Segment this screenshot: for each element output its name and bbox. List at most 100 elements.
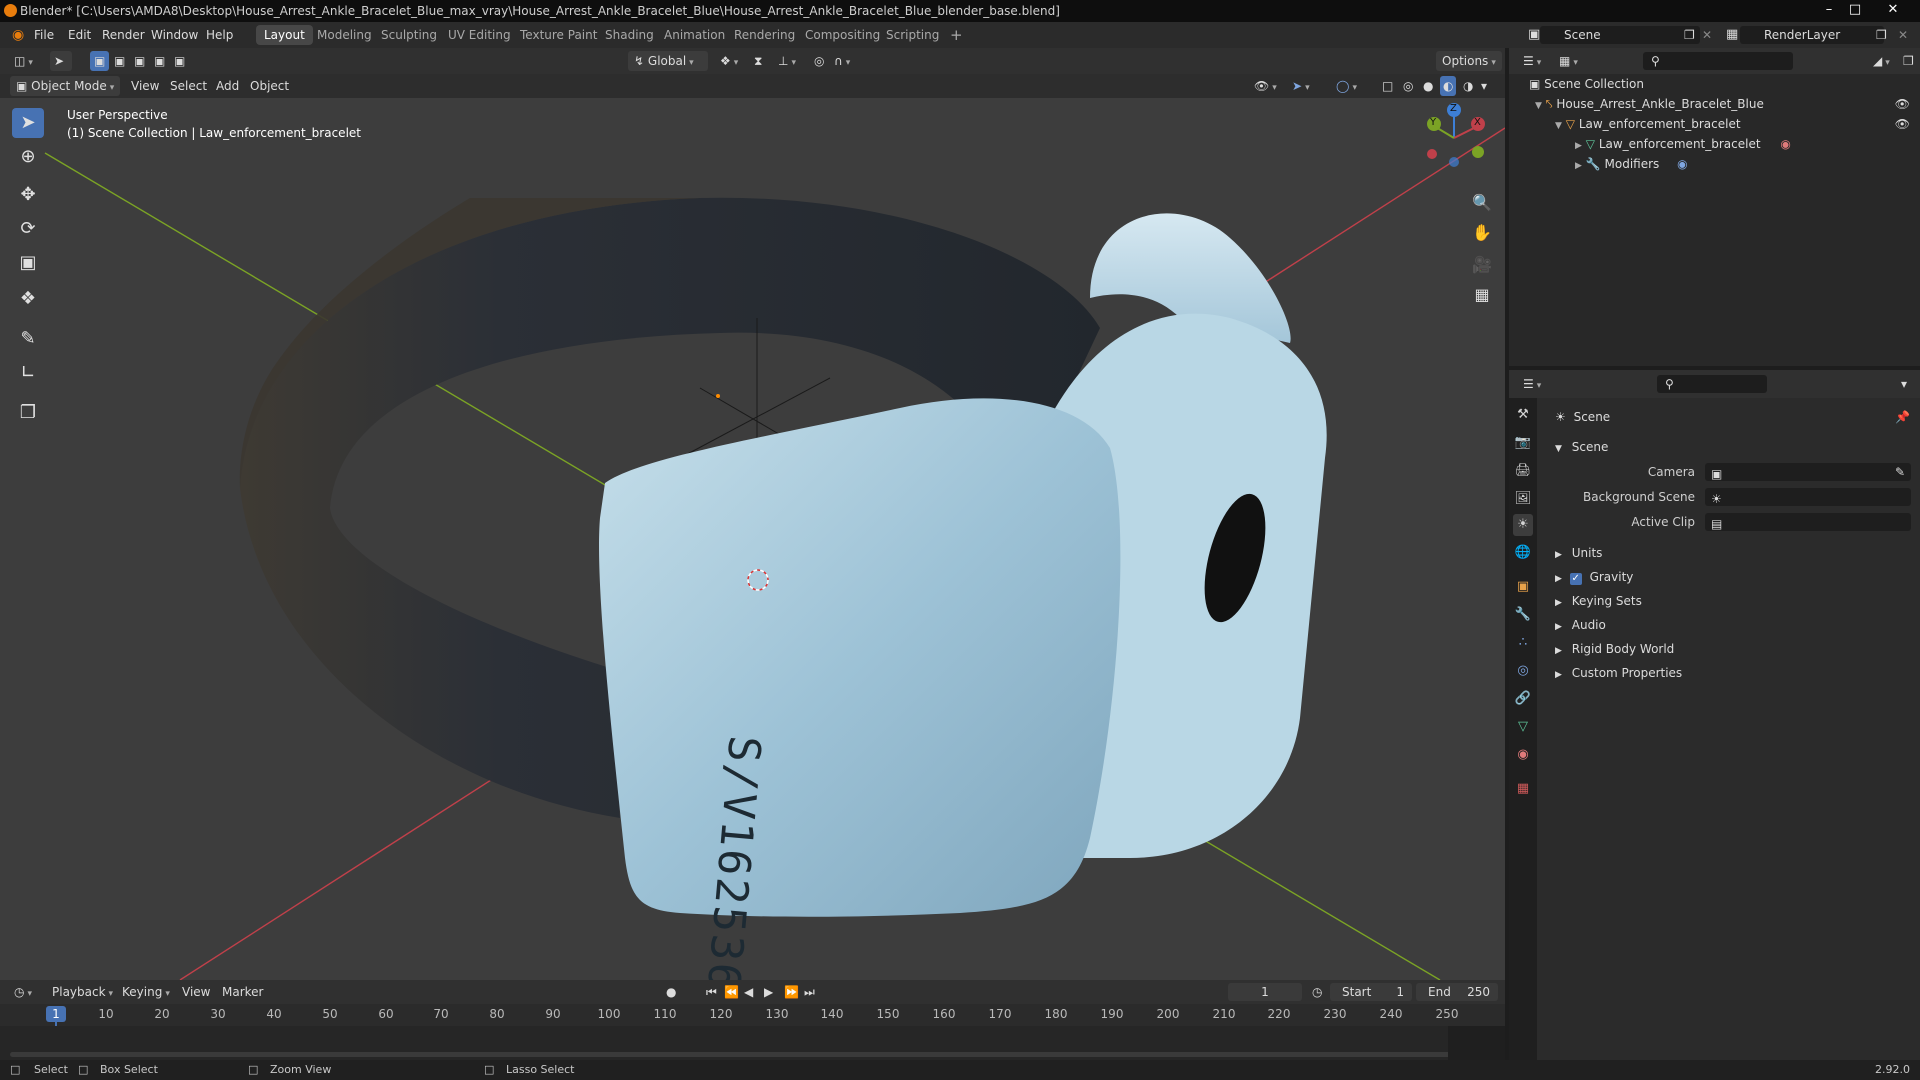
add-workspace-button[interactable]: + xyxy=(942,25,971,45)
outliner-row-mesh[interactable]: ▶ ▽ Law_enforcement_bracelet ◉ xyxy=(1509,134,1920,154)
view-layer-field[interactable]: RenderLayer xyxy=(1740,26,1884,44)
measure-tool-icon[interactable]: ∟ xyxy=(12,358,44,388)
select-box-tool-icon[interactable]: ➤ xyxy=(12,108,44,138)
rendered-shading-icon[interactable]: ◑ xyxy=(1460,76,1476,96)
output-tab-icon[interactable]: 🖨 xyxy=(1513,460,1533,482)
preview-range-icon[interactable]: ◷ xyxy=(1306,982,1328,1002)
jump-start-icon[interactable]: ⏮ xyxy=(704,982,719,1002)
visibility-icon[interactable]: 👁 ▾ xyxy=(1248,76,1283,96)
outliner-root-row[interactable]: ▣ Scene Collection xyxy=(1509,74,1920,94)
audio-panel-header[interactable]: ▶ Audio xyxy=(1541,614,1920,636)
pivot-point-icon[interactable]: ❖ ▾ xyxy=(714,51,744,71)
end-frame-field[interactable]: End 250 xyxy=(1416,983,1498,1001)
scale-tool-icon[interactable]: ▣ xyxy=(12,248,44,278)
menu-render[interactable]: Render xyxy=(98,26,149,44)
tab-texture-paint[interactable]: Texture Paint xyxy=(512,25,605,45)
constraints-tab-icon[interactable]: 🔗 xyxy=(1513,688,1533,710)
visibility-eye-icon[interactable]: 👁 xyxy=(1895,114,1910,134)
modifier-icon[interactable]: ◉ xyxy=(1677,157,1687,171)
solid-shading-icon[interactable]: ● xyxy=(1420,76,1436,96)
zoom-icon[interactable]: 🔍 xyxy=(1467,188,1497,218)
properties-editor-type-icon[interactable]: ☰ ▾ xyxy=(1517,374,1547,394)
3d-viewport[interactable]: S/V162536 User Perspective (1) Scene Col… xyxy=(0,98,1505,980)
minimize-button[interactable]: – xyxy=(1816,0,1842,20)
material-tab-icon[interactable]: ◉ xyxy=(1513,744,1533,766)
material-icon[interactable]: ◉ xyxy=(1780,137,1790,151)
outliner-row-collection[interactable]: ▼ ⤣ House_Arrest_Ankle_Bracelet_Blue 👁 xyxy=(1509,94,1920,114)
filter-icon[interactable]: ◢ ▾ xyxy=(1867,51,1896,71)
render-tab-icon[interactable]: 📷 xyxy=(1513,432,1533,454)
tab-scripting[interactable]: Scripting xyxy=(878,25,947,45)
annotate-tool-icon[interactable]: ✎ xyxy=(12,324,44,354)
select-extend-icon[interactable]: ▣ xyxy=(110,51,129,71)
units-panel-header[interactable]: ▶ Units xyxy=(1541,542,1920,564)
tab-animation[interactable]: Animation xyxy=(656,25,733,45)
overlays-toggle-icon[interactable]: ◯ ▾ xyxy=(1330,76,1363,96)
snap-icon[interactable]: ⧗ xyxy=(748,51,768,71)
tab-rendering[interactable]: Rendering xyxy=(726,25,803,45)
transform-orientation-dropdown[interactable]: ↯ Global ▾ xyxy=(628,51,708,71)
menu-help[interactable]: Help xyxy=(202,26,237,44)
select-intersect-icon[interactable]: ▣ xyxy=(170,51,189,71)
marker-menu[interactable]: Marker xyxy=(216,982,269,1002)
modifier-tab-icon[interactable]: 🔧 xyxy=(1513,604,1533,626)
proportional-falloff-icon[interactable]: ∩ ▾ xyxy=(828,51,856,71)
blender-menu-icon[interactable]: ◉ xyxy=(8,26,28,44)
menu-window[interactable]: Window xyxy=(147,26,202,44)
material-shading-icon[interactable]: ◐ xyxy=(1440,76,1457,96)
custom-properties-panel-header[interactable]: ▶ Custom Properties xyxy=(1541,662,1920,684)
new-view-layer-icon[interactable]: ❐ xyxy=(1872,26,1891,44)
add-menu[interactable]: Add xyxy=(210,76,245,96)
rigid-body-world-panel-header[interactable]: ▶ Rigid Body World xyxy=(1541,638,1920,660)
gizmo-toggle-icon[interactable]: ➤ ▾ xyxy=(1286,76,1316,96)
timeline-track-area[interactable] xyxy=(0,1026,1505,1060)
ortho-grid-icon[interactable]: ▦ xyxy=(1467,280,1497,310)
play-reverse-icon[interactable]: ◀ xyxy=(742,982,755,1002)
outliner-row-modifiers[interactable]: ▶ 🔧 Modifiers ◉ xyxy=(1509,154,1920,174)
shading-options-icon[interactable]: ▾ xyxy=(1478,76,1490,96)
collapse-arrow-icon[interactable]: ▶ xyxy=(1575,161,1582,171)
object-tab-icon[interactable]: ▣ xyxy=(1513,576,1533,598)
menu-file[interactable]: File xyxy=(30,26,58,44)
world-tab-icon[interactable]: 🌐 xyxy=(1513,542,1533,564)
physics-tab-icon[interactable]: ◎ xyxy=(1513,660,1533,682)
play-icon[interactable]: ▶ xyxy=(762,982,775,1002)
options-dropdown[interactable]: Options ▾ xyxy=(1436,51,1502,71)
select-subtract-icon[interactable]: ▣ xyxy=(130,51,149,71)
snap-target-icon[interactable]: ⊥ ▾ xyxy=(772,51,802,71)
navigation-gizmo[interactable]: Z X Y xyxy=(1420,98,1500,188)
pin-icon[interactable]: 📌 xyxy=(1895,406,1910,428)
pan-hand-icon[interactable]: ✋ xyxy=(1467,218,1497,248)
outliner-search-input[interactable]: ⚲ xyxy=(1643,52,1793,70)
jump-keyframe-back-icon[interactable]: ⏪ xyxy=(722,982,741,1002)
expand-arrow-icon[interactable]: ▼ xyxy=(1555,121,1562,131)
record-icon[interactable]: ● xyxy=(660,982,682,1002)
select-tool-icon[interactable]: ➤ xyxy=(50,51,72,71)
collapse-arrow-icon[interactable]: ▶ xyxy=(1575,141,1582,151)
menu-edit[interactable]: Edit xyxy=(64,26,95,44)
view-layer-tab-icon[interactable]: 🖼 xyxy=(1513,488,1533,510)
xray-toggle-icon[interactable]: □ xyxy=(1376,76,1399,96)
keying-menu[interactable]: Keying ▾ xyxy=(116,982,176,1002)
properties-search-input[interactable]: ⚲ xyxy=(1657,375,1767,393)
particles-tab-icon[interactable]: ∴ xyxy=(1513,632,1533,654)
select-new-icon[interactable]: ▣ xyxy=(90,51,110,71)
playhead[interactable]: 1 xyxy=(46,1006,66,1022)
background-scene-field[interactable]: ☀ xyxy=(1705,488,1911,506)
view-menu[interactable]: View xyxy=(125,76,165,96)
eyedropper-icon[interactable]: ✎ xyxy=(1895,463,1905,481)
tab-modeling[interactable]: Modeling xyxy=(309,25,380,45)
jump-end-icon[interactable]: ⏭ xyxy=(802,982,817,1002)
timeline-ruler[interactable]: 1 10 20 30 40 50 60 70 80 90 100 110 120… xyxy=(0,1004,1505,1058)
mode-dropdown[interactable]: ▣ Object Mode ▾ xyxy=(10,76,121,96)
scene-tab-icon[interactable]: ☀ xyxy=(1513,514,1533,536)
new-scene-icon[interactable]: ❐ xyxy=(1680,26,1699,44)
tab-uv-editing[interactable]: UV Editing xyxy=(440,25,519,45)
tab-shading[interactable]: Shading xyxy=(597,25,662,45)
timeline-scrollbar[interactable] xyxy=(10,1052,1494,1057)
properties-options-icon[interactable]: ▾ xyxy=(1895,374,1913,394)
tab-layout[interactable]: Layout xyxy=(256,25,313,45)
close-button[interactable]: ✕ xyxy=(1880,0,1906,20)
transform-tool-icon[interactable]: ❖ xyxy=(12,284,44,314)
editor-type-icon[interactable]: ◫ ▾ xyxy=(8,51,39,71)
